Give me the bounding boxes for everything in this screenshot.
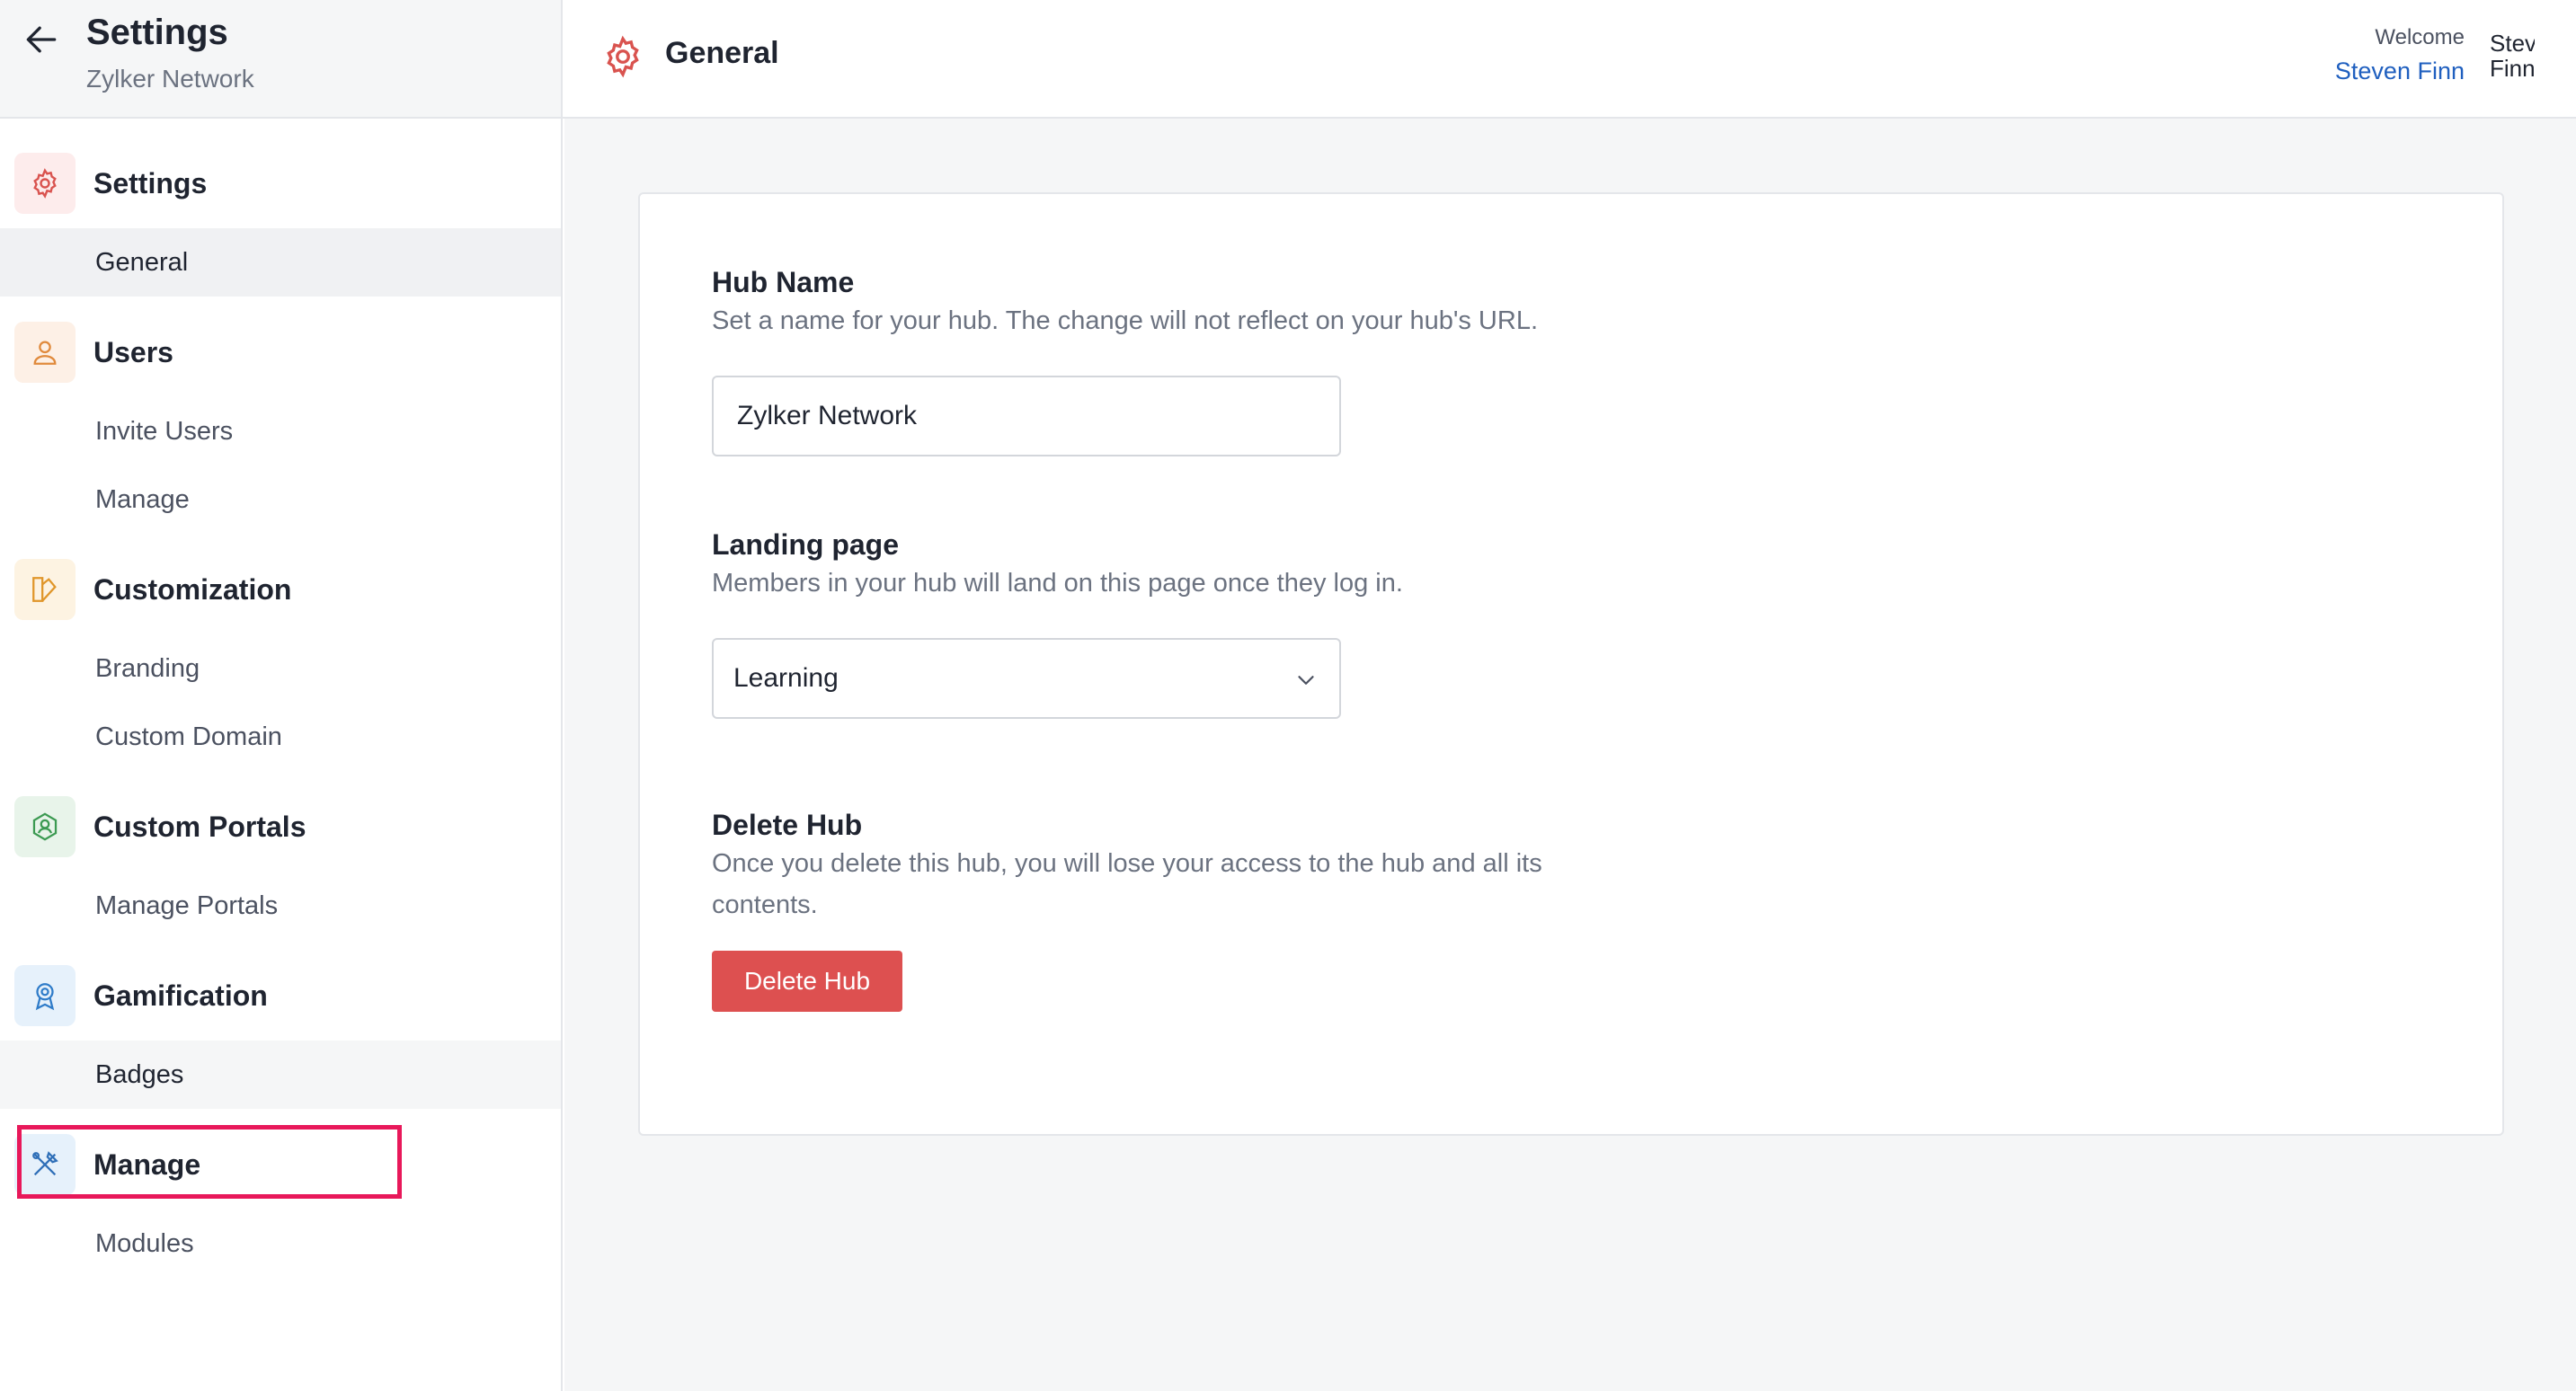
sidebar-item-label: Custom Domain bbox=[95, 722, 282, 751]
section-custom-portals: Custom Portals bbox=[0, 782, 561, 872]
landing-page-select[interactable]: Learning bbox=[712, 638, 1341, 719]
hub-name-input[interactable] bbox=[712, 376, 1341, 456]
landing-page-selected: Learning bbox=[733, 663, 839, 693]
section-label-custom-portals: Custom Portals bbox=[93, 810, 306, 843]
back-arrow-icon[interactable] bbox=[22, 20, 61, 59]
delete-hub-description: Once you delete this hub, you will lose … bbox=[712, 843, 1542, 926]
sidebar-item-manage-users[interactable]: Manage bbox=[0, 465, 561, 534]
user-icon bbox=[14, 322, 76, 383]
sidebar-title: Settings bbox=[86, 13, 228, 52]
sidebar-subtitle: Zylker Network bbox=[86, 65, 254, 93]
section-label-manage: Manage bbox=[93, 1147, 201, 1181]
welcome-label: Welcome bbox=[2375, 25, 2465, 49]
sidebar-item-label: Manage Portals bbox=[95, 890, 279, 920]
section-label-customization: Customization bbox=[93, 572, 292, 606]
main-content: Hub Name Set a name for your hub. The ch… bbox=[564, 119, 2576, 1391]
section-label-users: Users bbox=[93, 335, 173, 368]
tools-icon bbox=[14, 1134, 76, 1195]
avatar-text-line2: Finn bbox=[2490, 55, 2535, 81]
avatar[interactable]: Stev Finn bbox=[2490, 31, 2535, 81]
sidebar-item-badges[interactable]: Badges bbox=[0, 1041, 561, 1109]
sidebar-item-label: Branding bbox=[95, 653, 200, 683]
settings-card: Hub Name Set a name for your hub. The ch… bbox=[638, 192, 2504, 1136]
sidebar-item-label: Modules bbox=[95, 1228, 194, 1258]
sidebar-item-label: Manage bbox=[95, 484, 190, 514]
hub-name-title: Hub Name bbox=[712, 266, 855, 298]
section-label-settings: Settings bbox=[93, 166, 208, 199]
delete-hub-description-line2: contents. bbox=[712, 890, 818, 919]
sidebar-item-label: Invite Users bbox=[95, 416, 234, 446]
section-label-gamification: Gamification bbox=[93, 979, 268, 1012]
delete-hub-description-line1: Once you delete this hub, you will lose … bbox=[712, 849, 1542, 878]
chevron-down-icon bbox=[1298, 676, 1314, 685]
section-manage: Manage bbox=[0, 1120, 561, 1209]
gear-icon bbox=[14, 153, 76, 214]
palette-icon bbox=[14, 559, 76, 620]
page-title: General bbox=[665, 36, 779, 70]
sidebar-item-branding[interactable]: Branding bbox=[0, 634, 561, 703]
user-name-link[interactable]: Steven Finn bbox=[2335, 58, 2465, 85]
delete-hub-title: Delete Hub bbox=[712, 809, 863, 841]
gear-icon bbox=[607, 35, 639, 78]
avatar-text-line1: Stev bbox=[2490, 31, 2535, 57]
sidebar-item-general[interactable]: General bbox=[0, 228, 561, 297]
award-icon bbox=[14, 965, 76, 1026]
sidebar-item-label: General bbox=[95, 247, 189, 277]
sidebar-item-label: Badges bbox=[95, 1059, 184, 1089]
section-settings: Settings bbox=[0, 138, 561, 228]
section-gamification: Gamification bbox=[0, 951, 561, 1041]
sidebar-header: Settings Zylker Network bbox=[0, 0, 561, 119]
welcome-block: Welcome Steven Finn bbox=[2335, 25, 2465, 85]
hub-name-description: Set a name for your hub. The change will… bbox=[712, 306, 1539, 335]
landing-page-description: Members in your hub will land on this pa… bbox=[712, 569, 1403, 598]
sidebar: Settings Zylker Network Settings General… bbox=[0, 0, 563, 1391]
landing-page-title: Landing page bbox=[712, 528, 899, 561]
section-customization: Customization bbox=[0, 545, 561, 634]
sidebar-item-custom-domain[interactable]: Custom Domain bbox=[0, 703, 561, 771]
sidebar-item-manage-portals[interactable]: Manage Portals bbox=[0, 872, 561, 940]
top-bar: General Welcome Steven Finn Stev Finn bbox=[563, 0, 2576, 119]
sidebar-item-modules[interactable]: Modules bbox=[0, 1209, 561, 1278]
portal-icon bbox=[14, 796, 76, 857]
delete-hub-button[interactable]: Delete Hub bbox=[712, 951, 902, 1012]
section-users: Users bbox=[0, 307, 561, 397]
sidebar-item-invite-users[interactable]: Invite Users bbox=[0, 397, 561, 465]
